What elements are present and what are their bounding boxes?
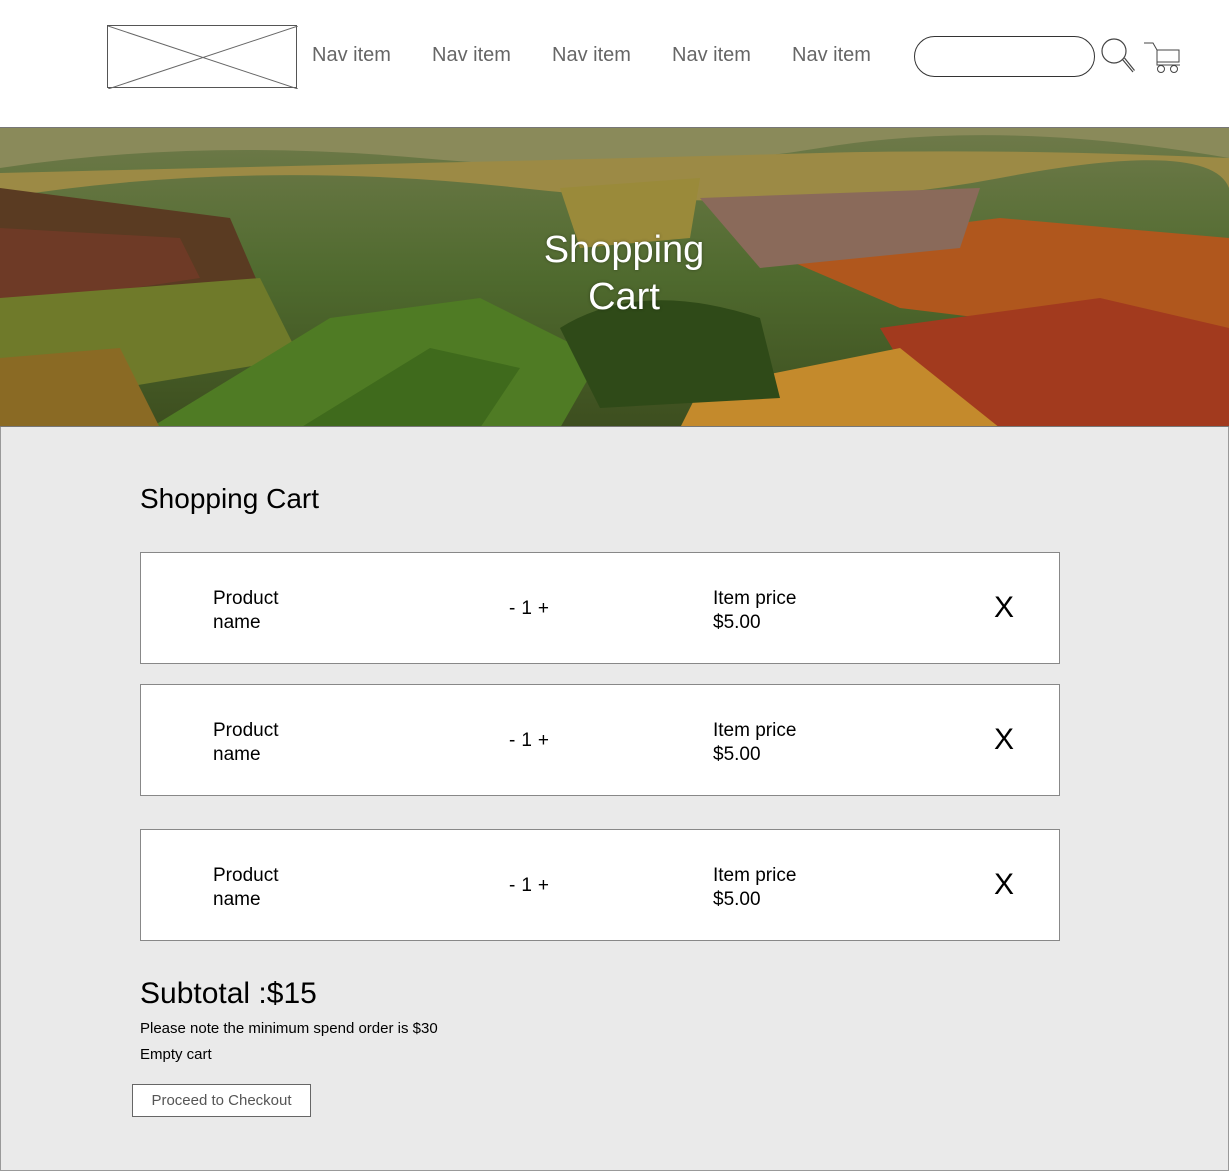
hero-title-line-1: Shopping [543,229,705,271]
product-name-line-2: name [213,612,261,633]
cart-icon[interactable] [1143,41,1183,74]
search-input[interactable] [914,36,1095,77]
cart-item-row: Product name - 1 + Item price $5.00 X [140,684,1060,796]
nav-item-1[interactable]: Nav item [312,44,391,67]
item-price-label: Item price [713,720,797,741]
quantity-stepper: - 1 + [509,875,549,897]
product-name: Product name [213,864,363,912]
quantity-stepper: - 1 + [509,598,549,620]
increase-quantity-button[interactable]: + [538,875,549,897]
item-price: Item price $5.00 [713,864,796,912]
item-price: Item price $5.00 [713,719,796,767]
hero-title: Shopping Cart [474,227,774,321]
quantity-stepper: - 1 + [509,730,549,752]
increase-quantity-button[interactable]: + [538,730,549,752]
proceed-to-checkout-button[interactable]: Proceed to Checkout [132,1084,311,1117]
site-header: Nav item Nav item Nav item Nav item Nav … [0,0,1229,127]
remove-item-button[interactable]: X [994,591,1014,625]
quantity-value: 1 [521,730,532,751]
nav-item-3[interactable]: Nav item [552,44,631,67]
decrease-quantity-button[interactable]: - [509,730,515,752]
quantity-value: 1 [521,875,532,896]
hero-title-line-2: Cart [588,276,660,318]
item-price-value: $5.00 [713,612,761,633]
cart-section: Shopping Cart Product name - 1 + Item pr… [0,427,1229,1171]
item-price-label: Item price [713,865,797,886]
decrease-quantity-button[interactable]: - [509,598,515,620]
product-name-line-1: Product [213,720,279,741]
cart-item-row: Product name - 1 + Item price $5.00 X [140,829,1060,941]
product-name-line-2: name [213,744,261,765]
nav-item-4[interactable]: Nav item [672,44,751,67]
product-name: Product name [213,587,363,635]
item-price: Item price $5.00 [713,587,796,635]
product-name: Product name [213,719,363,767]
minimum-spend-note: Please note the minimum spend order is $… [140,1020,438,1037]
item-price-label: Item price [713,588,797,609]
search-icon[interactable] [1100,37,1136,75]
item-price-value: $5.00 [713,744,761,765]
decrease-quantity-button[interactable]: - [509,875,515,897]
subtotal: Subtotal :$15 [140,977,317,1010]
increase-quantity-button[interactable]: + [538,598,549,620]
nav-item-5[interactable]: Nav item [792,44,871,67]
product-name-line-2: name [213,889,261,910]
empty-cart-link[interactable]: Empty cart [140,1046,212,1063]
quantity-value: 1 [521,598,532,619]
remove-item-button[interactable]: X [994,723,1014,757]
cart-item-row: Product name - 1 + Item price $5.00 X [140,552,1060,664]
logo-placeholder-image [108,26,298,89]
nav-item-2[interactable]: Nav item [432,44,511,67]
hero-banner: Shopping Cart [0,127,1229,427]
page-title: Shopping Cart [140,483,320,514]
item-price-value: $5.00 [713,889,761,910]
remove-item-button[interactable]: X [994,868,1014,902]
logo-placeholder[interactable] [107,25,298,89]
product-name-line-1: Product [213,865,279,886]
product-name-line-1: Product [213,588,279,609]
